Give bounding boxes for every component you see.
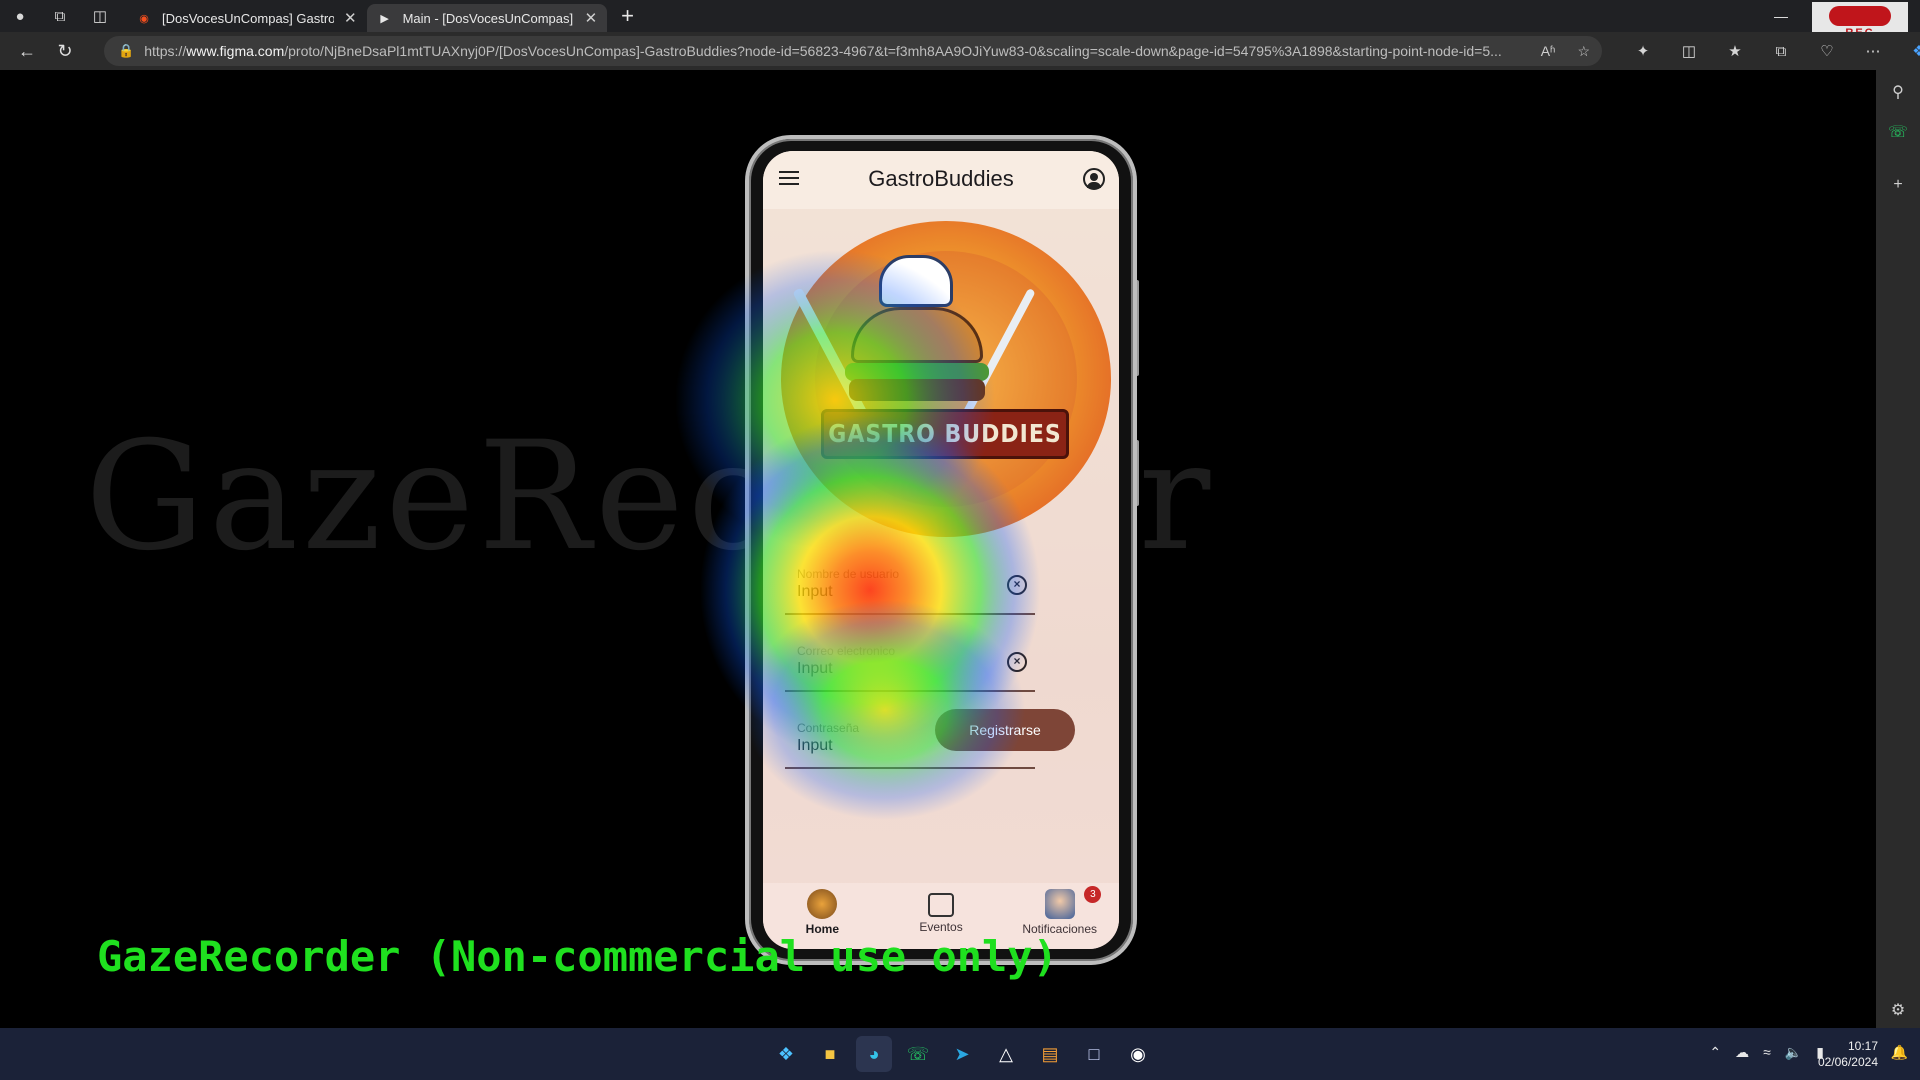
vertical-tabs-icon[interactable]: ◫ — [88, 4, 112, 28]
url-text: https://www.figma.com/proto/NjBneDsaPl1m… — [144, 43, 1502, 59]
account-icon[interactable] — [1083, 168, 1105, 190]
split-screen-icon[interactable]: ◫ — [1666, 42, 1712, 60]
address-bar-row: ← ↻ 🔒 https://www.figma.com/proto/NjBneD… — [0, 32, 1920, 70]
edge-sidebar: ⚲ ☏ + ⚙ — [1876, 70, 1920, 1030]
gazerecorder-label: GazeRecorder (Non-commercial use only) — [97, 932, 1058, 981]
minimize-icon[interactable]: — — [1758, 8, 1804, 24]
whatsapp-icon[interactable]: ☏ — [900, 1036, 936, 1072]
refresh-icon[interactable]: ↻ — [46, 41, 84, 62]
url-actions: Aʱ ☆ — [1541, 43, 1590, 60]
email-field[interactable]: Correo electronico Input × — [785, 640, 1035, 692]
gastro-buddies-logo: GASTRO BUDDIES — [781, 221, 1111, 537]
sublime-icon[interactable]: ▤ — [1032, 1036, 1068, 1072]
browser-essentials-icon[interactable]: ♡ — [1804, 42, 1850, 60]
settings-gear-icon[interactable]: ⚙ — [1888, 1000, 1908, 1020]
chef-hat-icon — [879, 255, 953, 307]
whatsapp-icon[interactable]: ☏ — [1888, 122, 1908, 142]
virtualbox-icon[interactable]: △ — [988, 1036, 1024, 1072]
notification-badge: 3 — [1084, 886, 1102, 903]
workspaces-icon[interactable]: ⧉ — [48, 4, 72, 28]
app-screen: GastroBuddies GASTRO BUDDIES Nombre de u… — [763, 151, 1119, 949]
speaker-muted-icon[interactable]: 🔈 — [1785, 1044, 1802, 1061]
clear-input-icon[interactable]: × — [1007, 575, 1027, 595]
field-value[interactable]: Input — [797, 583, 833, 601]
close-icon[interactable]: ✕ — [344, 9, 357, 27]
play-icon: ▶ — [380, 12, 389, 25]
new-tab-button[interactable]: + — [621, 3, 634, 29]
copilot-icon[interactable]: ❖ — [1896, 42, 1920, 60]
logo-banner: GASTRO BUDDIES — [821, 409, 1069, 459]
app-header: GastroBuddies — [763, 151, 1119, 209]
logo-text: GASTRO BUDDIES — [828, 419, 1062, 449]
home-burger-icon — [807, 889, 838, 919]
windows-start-icon[interactable]: ❖ — [768, 1036, 804, 1072]
calendar-clock-icon — [928, 893, 954, 917]
phone-frame: GastroBuddies GASTRO BUDDIES Nombre de u… — [745, 135, 1137, 965]
browser-toolbar: ✦ ◫ ★ ⧉ ♡ ⋯ ❖ — [1620, 32, 1920, 70]
lock-icon[interactable]: 🔒 — [118, 43, 134, 59]
register-button[interactable]: Registrarse — [935, 709, 1075, 751]
favorite-star-icon[interactable]: ☆ — [1577, 43, 1590, 60]
taskbar-apps: ❖ ■ ◕ ☏ ➤ △ ▤ □ ◉ — [768, 1036, 1156, 1072]
profile-icon[interactable]: ● — [8, 4, 32, 28]
tab-main-prototype[interactable]: ▶ Main - [DosVocesUnCompas] GastroBuddie… — [366, 4, 608, 32]
clock-date: 02/06/2024 — [1817, 1055, 1878, 1069]
notifications-bell-icon[interactable]: 🔔 — [1891, 1044, 1908, 1061]
search-icon[interactable]: ⚲ — [1888, 82, 1908, 102]
field-value[interactable]: Input — [797, 660, 833, 678]
chevron-up-icon[interactable]: ⌃ — [1709, 1044, 1721, 1061]
more-menu-icon[interactable]: ⋯ — [1850, 42, 1896, 60]
figma-icon: ◉ — [139, 12, 149, 25]
tab-title: Main - [DosVocesUnCompas] GastroBuddies — [402, 10, 575, 26]
notification-avatar-icon — [1044, 889, 1075, 919]
notepad-icon[interactable]: □ — [1076, 1036, 1112, 1072]
add-icon[interactable]: + — [1888, 176, 1908, 196]
app-title: GastroBuddies — [868, 166, 1014, 191]
record-icon — [1829, 5, 1891, 26]
back-icon[interactable]: ← — [8, 41, 46, 62]
tab-gastrobuddies-file[interactable]: ◉ [DosVocesUnCompas] GastroBuddies ✕ — [126, 4, 367, 32]
field-label: Correo electronico — [797, 644, 896, 658]
page-viewport: GazeRecorder GastroBuddies GASTRO BUDDIE… — [5, 70, 1875, 1028]
extensions-icon[interactable]: ✦ — [1620, 42, 1666, 60]
url-field[interactable]: 🔒 https://www.figma.com/proto/NjBneDsaPl… — [104, 36, 1602, 66]
onedrive-cloud-icon[interactable]: ☁ — [1735, 1044, 1749, 1061]
wifi-icon[interactable]: ≈ — [1763, 1044, 1771, 1061]
system-clock[interactable]: 10:17 02/06/2024 — [1818, 1038, 1878, 1070]
favorites-icon[interactable]: ★ — [1712, 42, 1758, 60]
window-controls: — — [1758, 0, 1804, 32]
browser-tab-bar: ● ⧉ ◫ ◉ [DosVocesUnCompas] GastroBuddies… — [0, 0, 1920, 42]
edge-browser-icon[interactable]: ◕ — [856, 1036, 892, 1072]
close-icon[interactable]: ✕ — [585, 9, 598, 27]
field-value[interactable]: Input — [797, 737, 833, 755]
field-label: Nombre de usuario — [797, 567, 900, 581]
telegram-icon[interactable]: ➤ — [944, 1036, 980, 1072]
field-label: Contraseña — [797, 721, 860, 735]
windows-taskbar: ❖ ■ ◕ ☏ ➤ △ ▤ □ ◉ ⌃ ☁ ≈ 🔈 ▮ 10:17 02/06/… — [0, 1028, 1920, 1080]
collections-icon[interactable]: ⧉ — [1758, 43, 1804, 60]
username-field[interactable]: Nombre de usuario Input × — [785, 563, 1035, 615]
clock-time: 10:17 — [1847, 1039, 1878, 1053]
read-aloud-icon[interactable]: Aʱ — [1541, 43, 1556, 60]
clear-input-icon[interactable]: × — [1007, 652, 1027, 672]
system-tray: ⌃ ☁ ≈ 🔈 ▮ — [1709, 1044, 1824, 1061]
file-explorer-icon[interactable]: ■ — [812, 1036, 848, 1072]
burger-patty — [849, 379, 985, 401]
gazerecorder-app-icon[interactable]: ◉ — [1120, 1036, 1156, 1072]
tab-title: [DosVocesUnCompas] GastroBuddies — [162, 10, 334, 26]
